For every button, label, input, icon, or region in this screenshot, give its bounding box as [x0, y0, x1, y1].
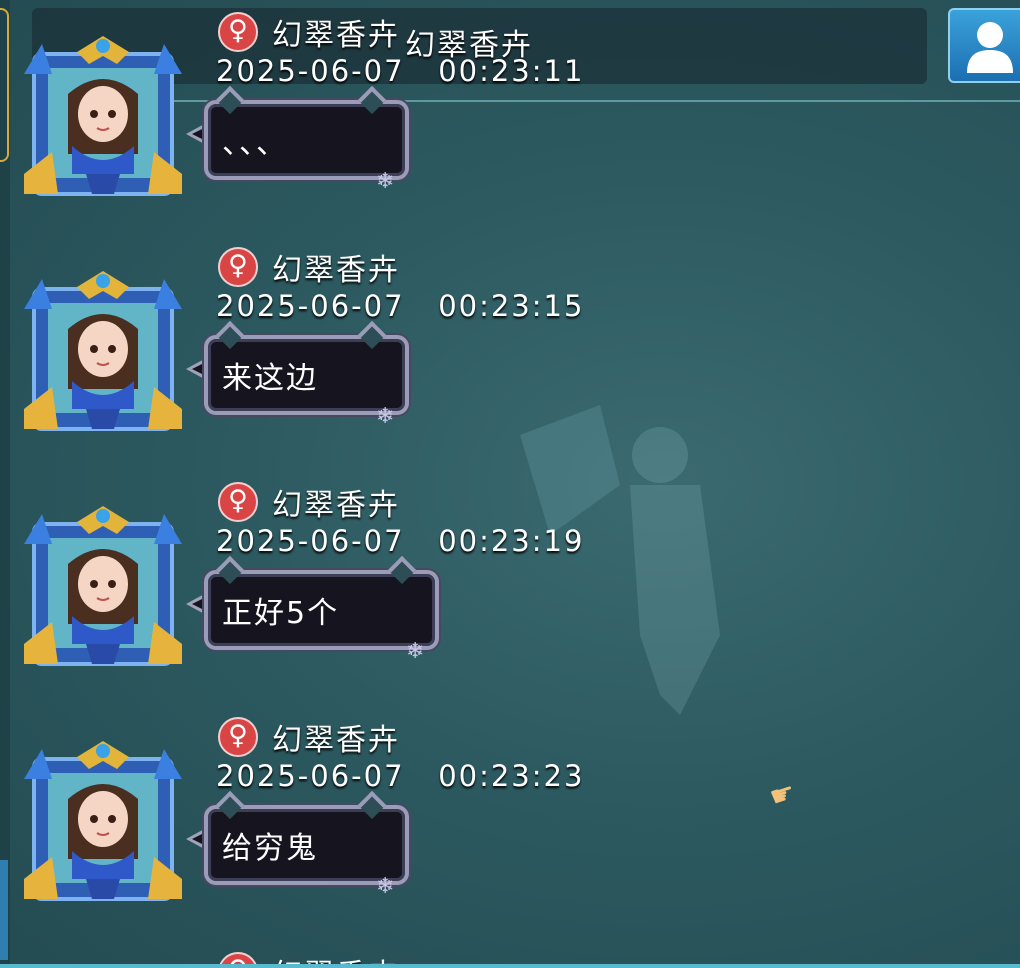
- avatar[interactable]: [22, 504, 184, 669]
- chat-message: ♀ 幻翠香卉 2025-06-07 00:23:11 ❄ 、、、: [0, 2, 700, 202]
- sender-name[interactable]: 幻翠香卉: [272, 10, 400, 54]
- ornament-icon: ❄: [376, 169, 395, 194]
- message-bubble: ❄ 给穷鬼: [186, 790, 416, 900]
- message-text: 正好5个: [222, 596, 340, 631]
- ornament-icon: ❄: [376, 874, 395, 899]
- chat-message: ♀ 幻翠香卉 2025-06-07 00:23:19 ❄ 正好5个: [0, 472, 700, 672]
- message-text: 、、、: [222, 126, 288, 161]
- sender-name[interactable]: 幻翠香卉: [272, 480, 400, 524]
- chat-message: ♀ 幻翠香卉 2025-06-07 00:23:23 ❄ 给穷鬼: [0, 707, 700, 907]
- message-text: 来这边: [222, 361, 318, 396]
- message-timestamp: 2025-06-07 00:23:19: [216, 524, 585, 558]
- avatar[interactable]: [22, 34, 184, 199]
- message-timestamp: 2025-06-07 00:23:15: [216, 289, 585, 323]
- profile-button[interactable]: [948, 8, 1020, 83]
- chat-message: ♀ 幻翠香卉 2025-06-07 00:23:15 ❄ 来这边: [0, 237, 700, 437]
- user-silhouette-icon: [967, 22, 1013, 73]
- message-bubble: ❄ 、、、: [186, 85, 416, 195]
- sender-name[interactable]: 幻翠香卉: [272, 245, 400, 289]
- bottom-border: [0, 964, 1020, 968]
- message-timestamp: 2025-06-07 00:23:23: [216, 759, 585, 793]
- female-symbol-icon: ♀: [218, 482, 258, 522]
- avatar[interactable]: [22, 269, 184, 434]
- message-bubble: ❄ 正好5个: [186, 555, 444, 665]
- avatar[interactable]: [22, 739, 184, 904]
- sender-name[interactable]: 幻翠香卉: [272, 715, 400, 759]
- pointing-hand-icon: ☛: [765, 774, 800, 815]
- female-symbol-icon: ♀: [218, 247, 258, 287]
- female-symbol-icon: ♀: [218, 717, 258, 757]
- message-timestamp: 2025-06-07 00:23:11: [216, 54, 585, 88]
- ornament-icon: ❄: [406, 639, 425, 664]
- ornament-icon: ❄: [376, 404, 395, 429]
- female-symbol-icon: ♀: [218, 12, 258, 52]
- message-bubble: ❄ 来这边: [186, 320, 416, 430]
- message-text: 给穷鬼: [222, 831, 318, 866]
